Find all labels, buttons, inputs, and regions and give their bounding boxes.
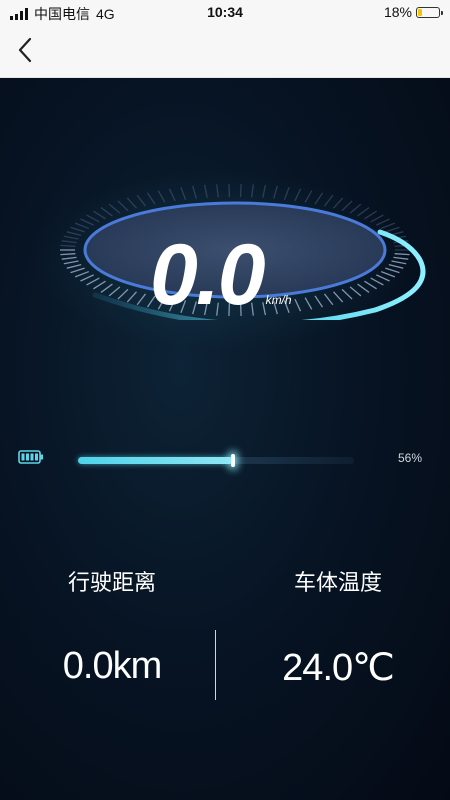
gauge-tick	[294, 188, 302, 202]
gauge-tick	[304, 190, 313, 203]
gauge-tick	[388, 263, 404, 269]
gauge-tick	[100, 283, 113, 293]
gauge-tick	[228, 184, 231, 198]
gauge-tick	[66, 263, 82, 269]
battery-level-fill	[78, 457, 233, 464]
gauge-tick	[393, 256, 409, 260]
gauge-tick	[391, 260, 407, 265]
navigation-bar	[0, 24, 450, 78]
gauge-tick	[394, 253, 410, 256]
speed-readout: 0.0 km/h	[150, 232, 292, 318]
distance-label: 行驶距离	[67, 570, 156, 595]
chevron-left-icon	[18, 37, 32, 63]
gauge-tick	[251, 184, 254, 198]
gauge-tick	[349, 203, 362, 214]
battery-status-fill	[418, 8, 422, 16]
gauge-tick	[357, 207, 370, 217]
gauge-tick	[146, 192, 156, 205]
gauge-tick	[314, 295, 324, 308]
gauge-tick	[262, 184, 267, 198]
clock: 10:34	[207, 4, 243, 20]
gauge-tick	[385, 226, 400, 233]
gauge-tick	[117, 288, 129, 300]
gauge-tick	[70, 267, 85, 274]
distance-value: 0.0km	[62, 645, 162, 687]
gauge-tick	[108, 203, 121, 214]
gauge-tick	[294, 298, 302, 312]
gauge-tick	[323, 293, 334, 306]
status-bar: 中国电信 4G 10:34 18%	[0, 0, 450, 24]
gauge-tick	[314, 192, 324, 205]
gauge-tick	[157, 190, 166, 203]
gauge-tick	[60, 244, 76, 247]
gauge-tick	[364, 210, 377, 220]
gauge-tick	[70, 226, 85, 233]
speed-unit: km/h	[265, 293, 292, 307]
gauge-tick	[74, 270, 90, 278]
gauge-tick	[86, 214, 100, 223]
gauge-tick	[192, 185, 197, 199]
gauge-tick	[380, 270, 396, 278]
battery-level-percent: 56%	[398, 451, 423, 465]
gauge-tick	[86, 277, 100, 286]
gauge-tick	[273, 185, 278, 199]
gauge-tick	[168, 188, 176, 202]
gauge-tick	[80, 274, 95, 282]
battery-icon	[18, 450, 43, 464]
temperature-label: 车体温度	[293, 570, 382, 595]
back-button[interactable]	[10, 34, 42, 66]
gauge-tick	[108, 286, 121, 297]
battery-level-track[interactable]	[78, 454, 354, 467]
gauge-tick	[375, 218, 390, 226]
gauge-tick	[93, 210, 106, 220]
battery-status-icon	[416, 6, 443, 18]
gauge-tick	[126, 197, 137, 209]
gauge-tick	[323, 194, 334, 207]
gauge-tick	[93, 280, 106, 290]
gauge-tick	[375, 274, 390, 282]
temperature-value: 24.0℃	[282, 647, 395, 689]
gauge-tick	[333, 291, 344, 303]
gauge-tick	[364, 280, 377, 290]
gauge-tick	[61, 240, 77, 244]
gauge-tick	[61, 256, 77, 260]
gauge-tick	[341, 288, 353, 300]
gauge-tick	[60, 253, 76, 256]
gauge-tick	[385, 267, 400, 274]
gauge-tick	[239, 184, 242, 198]
status-right: 18%	[383, 4, 443, 20]
gauge-tick	[380, 222, 396, 230]
gauge-tick	[283, 187, 290, 200]
gauge-tick	[357, 283, 370, 293]
gauge-tick	[74, 222, 90, 230]
gauge-tick	[80, 218, 95, 226]
battery-level-thumb[interactable]	[230, 454, 235, 467]
battery-percent: 18%	[383, 4, 412, 20]
gauge-tick	[333, 197, 344, 209]
gauge-tick	[63, 235, 79, 240]
gauge-tick	[216, 184, 219, 198]
gauge-tick	[126, 291, 137, 303]
gauge-tick	[136, 194, 147, 207]
gauge-tick	[203, 184, 208, 198]
gauge-tick	[180, 187, 187, 200]
speed-value: 0.0	[150, 227, 266, 323]
gauge-tick	[370, 214, 384, 223]
stats-divider	[215, 630, 216, 700]
gauge-tick	[304, 297, 313, 310]
gauge-tick	[66, 231, 82, 237]
gauge-tick	[341, 200, 353, 212]
gauge-tick	[349, 286, 362, 297]
gauge-tick	[100, 207, 113, 217]
gauge-tick	[63, 260, 79, 265]
gauge-tick	[136, 293, 147, 306]
gauge-tick	[117, 200, 129, 212]
gauge-tick	[370, 277, 384, 286]
